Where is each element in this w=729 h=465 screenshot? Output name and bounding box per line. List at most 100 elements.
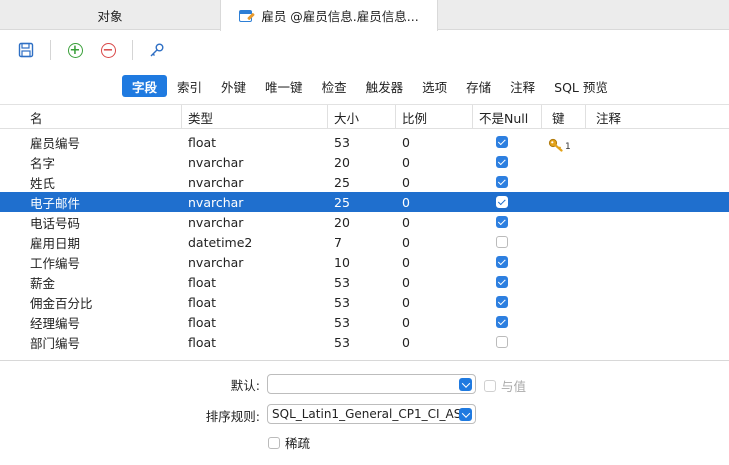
cell-size[interactable]: 10	[334, 252, 350, 272]
cell-scale[interactable]: 0	[402, 232, 410, 252]
cell-size[interactable]: 53	[334, 312, 350, 332]
sub-tabs: 字段 索引 外键 唯一键 检查 触发器 选项 存储 注释 SQL 预览	[122, 75, 618, 97]
cell-scale[interactable]: 0	[402, 332, 410, 352]
cell-not-null	[496, 172, 508, 192]
not-null-checkbox[interactable]	[496, 136, 508, 148]
cell-type[interactable]: float	[188, 132, 216, 152]
not-null-checkbox[interactable]	[496, 276, 508, 288]
column-header-scale[interactable]: 比例	[395, 105, 471, 129]
cell-scale[interactable]: 0	[402, 292, 410, 312]
tab-fields[interactable]: 字段	[122, 75, 168, 97]
table-row[interactable]: 电话号码 nvarchar 20 0	[0, 212, 729, 232]
column-header-comment[interactable]: 注释	[585, 105, 729, 129]
cell-name[interactable]: 电子邮件	[30, 192, 80, 212]
cell-name[interactable]: 姓氏	[30, 172, 55, 192]
tab-unique-keys[interactable]: 唯一键	[256, 75, 312, 97]
tab-indexes[interactable]: 索引	[168, 75, 211, 97]
cell-name[interactable]: 经理编号	[30, 312, 80, 332]
delete-field-button[interactable]: −	[96, 38, 120, 62]
tab-objects[interactable]: 对象	[0, 0, 220, 30]
table-row[interactable]: 名字 nvarchar 20 0	[0, 152, 729, 172]
not-null-checkbox[interactable]	[496, 156, 508, 168]
not-null-checkbox[interactable]	[496, 256, 508, 268]
cell-name[interactable]: 佣金百分比	[30, 292, 93, 312]
tab-storage[interactable]: 存储	[457, 75, 500, 97]
column-header-type[interactable]: 类型	[181, 105, 326, 129]
table-row[interactable]: 姓氏 nvarchar 25 0	[0, 172, 729, 192]
column-header-not-null[interactable]: 不是Null	[472, 105, 540, 129]
table-row[interactable]: 雇员编号 float 53 0 1	[0, 132, 729, 153]
tab-checks[interactable]: 检查	[313, 75, 356, 97]
column-header-name[interactable]: 名	[0, 105, 180, 129]
cell-name[interactable]: 电话号码	[30, 212, 80, 232]
cell-size[interactable]: 53	[334, 132, 350, 152]
cell-size[interactable]: 53	[334, 332, 350, 352]
tab-comment[interactable]: 注释	[501, 75, 544, 97]
table-row[interactable]: 薪金 float 53 0	[0, 272, 729, 292]
table-row[interactable]: 雇用日期 datetime2 7 0	[0, 232, 729, 252]
column-header-key[interactable]: 键	[541, 105, 584, 129]
not-null-checkbox[interactable]	[496, 236, 508, 248]
cell-type[interactable]: float	[188, 332, 216, 352]
cell-size[interactable]: 20	[334, 152, 350, 172]
not-null-checkbox[interactable]	[496, 316, 508, 328]
chevron-down-icon	[459, 408, 472, 421]
sparse-checkbox[interactable]: 稀疏	[268, 433, 310, 452]
table-row[interactable]: 工作编号 nvarchar 10 0	[0, 252, 729, 272]
cell-size[interactable]: 25	[334, 172, 350, 192]
cell-name[interactable]: 薪金	[30, 272, 55, 292]
cell-type[interactable]: float	[188, 272, 216, 292]
not-null-checkbox[interactable]	[496, 296, 508, 308]
cell-name[interactable]: 雇员编号	[30, 132, 80, 152]
column-header-size[interactable]: 大小	[327, 105, 394, 129]
cell-type[interactable]: datetime2	[188, 232, 252, 252]
cell-size[interactable]: 53	[334, 292, 350, 312]
not-null-checkbox[interactable]	[496, 216, 508, 228]
cell-scale[interactable]: 0	[402, 132, 410, 152]
cell-name[interactable]: 雇用日期	[30, 232, 80, 252]
tab-table-design[interactable]: 雇员 @雇员信息.雇员信息...	[220, 0, 438, 31]
tab-options[interactable]: 选项	[413, 75, 456, 97]
save-button[interactable]	[14, 38, 38, 62]
tab-foreign-keys[interactable]: 外键	[212, 75, 255, 97]
with-value-label: 与值	[501, 379, 527, 394]
cell-size[interactable]: 20	[334, 212, 350, 232]
cell-type[interactable]: nvarchar	[188, 152, 243, 172]
not-null-checkbox[interactable]	[496, 336, 508, 348]
tab-sql-preview[interactable]: SQL 预览	[545, 75, 617, 97]
cell-scale[interactable]: 0	[402, 152, 410, 172]
cell-size[interactable]: 25	[334, 192, 350, 212]
with-value-checkbox[interactable]: 与值	[484, 376, 526, 395]
cell-scale[interactable]: 0	[402, 192, 410, 212]
cell-scale[interactable]: 0	[402, 252, 410, 272]
cell-type[interactable]: nvarchar	[188, 172, 243, 192]
cell-scale[interactable]: 0	[402, 312, 410, 332]
cell-name[interactable]: 名字	[30, 152, 55, 172]
cell-type[interactable]: nvarchar	[188, 212, 243, 232]
cell-size[interactable]: 53	[334, 272, 350, 292]
cell-scale[interactable]: 0	[402, 172, 410, 192]
cell-type[interactable]: nvarchar	[188, 192, 243, 212]
table-design-icon	[239, 9, 256, 23]
table-row[interactable]: 部门编号 float 53 0	[0, 332, 729, 352]
cell-scale[interactable]: 0	[402, 272, 410, 292]
cell-not-null	[496, 272, 508, 292]
default-select[interactable]	[267, 374, 476, 394]
cell-scale[interactable]: 0	[402, 212, 410, 232]
not-null-checkbox[interactable]	[496, 196, 508, 208]
add-field-button[interactable]: +	[63, 38, 87, 62]
cell-size[interactable]: 7	[334, 232, 342, 252]
cell-not-null	[496, 192, 508, 212]
table-row[interactable]: 经理编号 float 53 0	[0, 312, 729, 332]
collation-select[interactable]: SQL_Latin1_General_CP1_CI_AS	[267, 404, 476, 424]
tab-triggers[interactable]: 触发器	[357, 75, 413, 97]
not-null-checkbox[interactable]	[496, 176, 508, 188]
cell-type[interactable]: float	[188, 312, 216, 332]
primary-key-button[interactable]	[145, 38, 169, 62]
cell-name[interactable]: 工作编号	[30, 252, 80, 272]
cell-name[interactable]: 部门编号	[30, 332, 80, 352]
table-row[interactable]: 佣金百分比 float 53 0	[0, 292, 729, 312]
cell-type[interactable]: float	[188, 292, 216, 312]
cell-type[interactable]: nvarchar	[188, 252, 243, 272]
table-row[interactable]: 电子邮件 nvarchar 25 0	[0, 192, 729, 212]
